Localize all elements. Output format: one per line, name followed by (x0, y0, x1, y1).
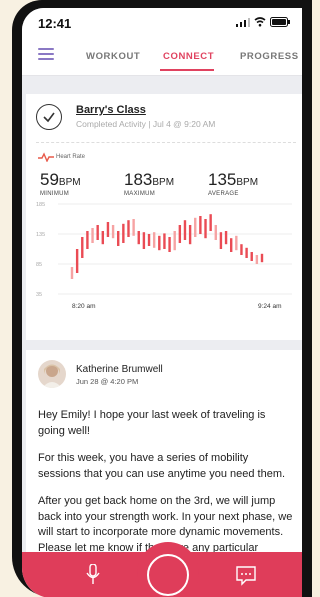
heart-rate-bar (101, 231, 105, 245)
heart-rate-bar (137, 231, 140, 245)
stat-maximum: 183BPM MAXIMUM (124, 170, 174, 197)
x-tick-label: 9:24 am (258, 303, 282, 310)
heart-rate-bar (219, 232, 223, 249)
heart-rate-bar (75, 249, 79, 273)
signal-icon (236, 18, 250, 27)
stat-unit: BPM (236, 177, 259, 188)
heart-rate-bar (204, 219, 207, 239)
heart-rate-bar (183, 220, 187, 240)
y-tick-label: 185 (36, 202, 45, 208)
heart-rate-bar (178, 225, 182, 243)
heart-rate-bar (240, 244, 243, 255)
check-icon (36, 104, 62, 130)
heart-rate-bar (235, 235, 238, 251)
stat-unit: BPM (58, 177, 81, 188)
status-icons (236, 17, 290, 27)
heart-rate-bar (209, 214, 212, 231)
heart-rate-bar (173, 231, 176, 251)
stat-value: 135 (208, 170, 237, 189)
stat-value: 183 (124, 170, 153, 189)
heart-rate-bar (260, 253, 264, 263)
heart-rate-bar (245, 247, 248, 258)
tab-workout[interactable]: WORKOUT (86, 51, 140, 62)
y-tick-label: 35 (36, 292, 42, 298)
heart-rate-bar (91, 228, 94, 243)
microphone-icon[interactable] (86, 564, 100, 586)
stat-label: MINIMUM (40, 191, 70, 197)
heart-rate-bar (106, 222, 110, 237)
tab-connect[interactable]: CONNECT (163, 51, 214, 62)
activity-title[interactable]: Barry's Class (76, 104, 146, 116)
heart-rate-bar (188, 225, 192, 245)
activity-card[interactable]: Barry's Class Completed Activity | Jul 4… (26, 94, 302, 352)
heart-rate-chart: 185 135 85 35 8:20 am 9:24 am (36, 202, 292, 310)
heart-rate-bar (147, 234, 151, 246)
heart-rate-bar (81, 237, 84, 258)
heart-rate-bar (86, 231, 89, 249)
menu-icon[interactable] (38, 48, 54, 60)
stat-unit: BPM (152, 177, 175, 188)
heart-rate-bar (194, 217, 197, 237)
heart-rate-bar (152, 232, 156, 248)
y-tick-label: 135 (36, 232, 45, 238)
heart-rate-bar (127, 220, 130, 237)
heart-rate-bar (70, 267, 74, 279)
status-bar: 12:41 (22, 8, 302, 36)
heart-rate-bar (199, 216, 202, 234)
x-tick-label: 8:20 am (72, 303, 96, 310)
heart-rate-bar (158, 235, 161, 251)
author-name: Katherine Brumwell (76, 364, 163, 375)
heart-rate-bar (224, 231, 228, 245)
activity-subtitle: Completed Activity | Jul 4 @ 9:20 AM (76, 119, 216, 129)
camera-shutter-button[interactable] (147, 554, 189, 596)
heart-rate-bar (214, 225, 217, 240)
chat-icon[interactable] (236, 566, 256, 586)
heart-rate-bar (132, 219, 135, 236)
heart-rate-bar (96, 225, 99, 240)
battery-icon (270, 17, 290, 27)
stat-label: MAXIMUM (124, 191, 156, 197)
message-paragraph: Hey Emily! I hope your last week of trav… (38, 409, 266, 437)
wifi-icon (254, 17, 266, 27)
heart-rate-bar (122, 223, 125, 243)
heart-rate-bar (163, 233, 166, 249)
stat-label: AVERAGE (208, 191, 239, 197)
message-date: Jun 28 @ 4:20 PM (76, 377, 139, 386)
heart-rate-bar (168, 237, 171, 252)
avatar[interactable] (38, 360, 66, 388)
heart-rate-bar (255, 255, 259, 264)
y-tick-label: 85 (36, 262, 42, 268)
bottom-action-bar (22, 542, 302, 597)
heart-rate-bar (111, 225, 115, 239)
heart-rate-bar (229, 238, 233, 252)
app-screen: 12:41 WORKOUT CONNECT PROGRESS Barry's C… (22, 8, 302, 597)
message-paragraph: For this week, you have a series of mobi… (38, 452, 286, 480)
divider (36, 142, 296, 143)
tab-bar: WORKOUT CONNECT PROGRESS (22, 36, 302, 76)
heart-rate-bar (142, 232, 146, 249)
heart-rate-bar (250, 252, 253, 261)
stat-minimum: 59BPM MINIMUM (40, 170, 81, 197)
status-time: 12:41 (38, 16, 72, 31)
stat-value: 59 (40, 170, 59, 189)
stat-average: 135BPM AVERAGE (208, 170, 258, 197)
heart-rate-bar (117, 231, 120, 246)
tab-active-indicator (160, 69, 214, 71)
tab-progress[interactable]: PROGRESS (240, 51, 299, 62)
heart-rate-label: Heart Rate (56, 154, 86, 160)
heart-rate-icon (38, 152, 54, 162)
